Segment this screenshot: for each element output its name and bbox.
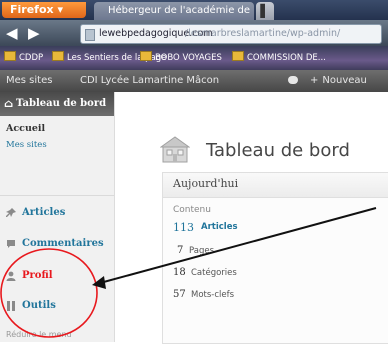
folder-icon [52, 51, 64, 61]
site-name-link[interactable]: CDI Lycée Lamartine Mâcon [80, 70, 219, 92]
widget-header[interactable]: Aujourd'hui [163, 173, 388, 198]
comment-icon[interactable] [288, 76, 298, 84]
dashboard-icon [160, 136, 190, 163]
collapse-menu-button[interactable]: Réduire le menu [6, 330, 72, 339]
menu-separator [0, 195, 114, 196]
address-bar[interactable]: lewebpedagogique.com /lesmarbreslamartin… [80, 24, 382, 44]
stat-row-categories[interactable]: 18 Catégories [173, 267, 373, 283]
stat-count: 113 [173, 221, 194, 234]
stat-count: 7 [177, 245, 184, 256]
url-path: /lesmarbreslamartine/wp-admin/ [185, 28, 341, 39]
stat-label: Catégories [191, 268, 237, 278]
folder-icon [140, 51, 152, 61]
firefox-menu-button[interactable]: Firefox ▾ [2, 2, 86, 18]
widget-title: Aujourd'hui [173, 177, 239, 190]
page-title: Tableau de bord [206, 140, 350, 161]
folder-icon [232, 51, 244, 61]
stat-row-tags[interactable]: 57 Mots-clefs [173, 289, 373, 305]
my-sites-link[interactable]: Mes sites [6, 70, 52, 92]
sidebar-item-label: Articles [22, 207, 66, 218]
user-profile-icon [6, 271, 16, 281]
back-arrow-icon[interactable]: ◀ [6, 24, 18, 42]
stat-count: 57 [173, 289, 186, 300]
page-icon [85, 29, 95, 41]
browser-title-bar: Firefox ▾ Hébergeur de l'académie de Dij… [0, 0, 388, 20]
right-now-widget: Aujourd'hui Contenu 113 Articles 7 Pages… [162, 172, 388, 344]
pin-icon [6, 208, 16, 217]
sidebar-item-label: Outils [22, 300, 56, 311]
house-icon: ⌂ [4, 97, 14, 110]
sidebar-item-dashboard[interactable]: ⌂ Tableau de bord [0, 92, 114, 116]
sidebar-item-label: Commentaires [22, 238, 104, 249]
browser-navigation-bar: ◀ ▶ lewebpedagogique.com /lesmarbreslama… [0, 20, 388, 46]
wordpress-admin-bar: Mes sites CDI Lycée Lamartine Mâcon + Nou… [0, 70, 388, 92]
browser-tab-secondary[interactable]: ▌ [256, 2, 274, 20]
bookmark-item[interactable]: COMMISSION DE... [232, 50, 326, 66]
tab-favicon: ▌ [260, 4, 270, 18]
comment-bubble-icon [7, 240, 15, 248]
stat-label: Articles [201, 222, 238, 232]
forward-arrow-icon[interactable]: ▶ [28, 24, 40, 42]
tools-icon [7, 301, 15, 311]
bookmark-item[interactable]: CDDP [4, 50, 43, 66]
plus-icon: + [310, 75, 319, 86]
bookmark-item[interactable]: BOBO VOYAGES [140, 50, 222, 66]
sidebar-item-label: Profil [22, 270, 53, 281]
admin-sidebar: ⌂ Tableau de bord Accueil Mes sites Arti… [0, 92, 115, 342]
stat-label: Mots-clefs [191, 290, 235, 300]
stat-row-articles[interactable]: 113 Articles [173, 221, 373, 237]
stat-row-pages[interactable]: 7 Pages [173, 245, 373, 261]
new-content-link[interactable]: + Nouveau [310, 70, 367, 92]
folder-icon [4, 51, 16, 61]
bookmarks-toolbar: CDDP Les Sentiers de la page BOBO VOYAGE… [0, 46, 388, 70]
stat-count: 18 [173, 267, 186, 278]
submenu-item-home[interactable]: Accueil [6, 123, 45, 134]
stat-label: Pages [189, 246, 215, 256]
submenu-item-my-sites[interactable]: Mes sites [6, 140, 47, 150]
sidebar-item-label: Tableau de bord [16, 98, 107, 109]
browser-tab-active[interactable]: Hébergeur de l'académie de Dijon [94, 2, 254, 20]
section-label: Contenu [173, 205, 211, 215]
